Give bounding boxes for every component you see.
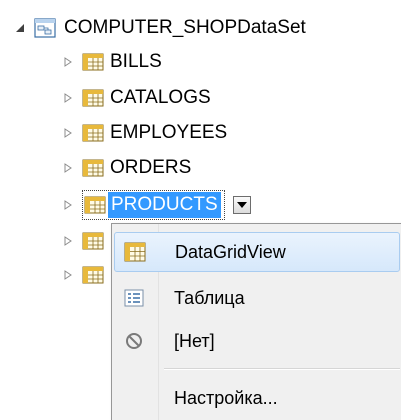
datagridview-icon [120, 237, 150, 267]
table-icon [82, 89, 104, 107]
dataset-label: COMPUTER_SHOPDataSet [64, 17, 306, 38]
menu-item-datagridview[interactable]: DataGridView [114, 232, 400, 272]
none-icon [119, 326, 149, 356]
data-sources-tree: COMPUTER_SHOPDataSet BILLS CATALOGS EMPL… [0, 0, 401, 420]
expand-arrow-icon[interactable] [62, 92, 74, 104]
chevron-down-icon [236, 202, 247, 208]
menu-item-none[interactable]: [Нет] [114, 321, 400, 361]
table-icon [84, 196, 106, 214]
collapse-arrow-icon[interactable] [14, 22, 26, 34]
menu-item-label: Таблица [174, 288, 245, 308]
tree-item-orders[interactable]: ORDERS [62, 153, 191, 183]
selected-item-frame: PRODUCTS [82, 190, 225, 220]
table-icon [82, 232, 104, 250]
tree-item-label: EMPLOYEES [110, 122, 228, 143]
menu-item-details[interactable]: Таблица [114, 278, 400, 318]
menu-separator [164, 368, 400, 370]
expand-arrow-icon[interactable] [62, 56, 74, 68]
expand-arrow-icon[interactable] [62, 162, 74, 174]
table-icon [82, 53, 104, 71]
tree-item-label: BILLS [110, 51, 162, 72]
tree-item-catalogs[interactable]: CATALOGS [62, 83, 211, 113]
tree-item-hidden-1[interactable] [62, 226, 110, 256]
menu-item-customize[interactable]: Настройка... [114, 378, 400, 418]
expand-arrow-icon[interactable] [62, 269, 74, 281]
table-icon [82, 159, 104, 177]
table-icon [82, 266, 104, 284]
tree-item-hidden-2[interactable] [62, 260, 110, 290]
dataset-icon [34, 18, 56, 38]
expand-arrow-icon[interactable] [62, 127, 74, 139]
tree-root-dataset[interactable]: COMPUTER_SHOPDataSet [14, 13, 306, 43]
control-type-menu: DataGridView Таблица [Нет] Настройка... [111, 223, 401, 420]
details-icon [119, 283, 149, 313]
expand-arrow-icon[interactable] [62, 235, 74, 247]
expand-arrow-icon[interactable] [62, 199, 74, 211]
menu-item-label: Настройка... [174, 388, 278, 408]
tree-item-products[interactable]: PRODUCTS [62, 190, 251, 220]
tree-item-label: PRODUCTS [108, 192, 221, 218]
tree-item-employees[interactable]: EMPLOYEES [62, 118, 227, 148]
dropdown-button[interactable] [232, 196, 251, 214]
tree-item-bills[interactable]: BILLS [62, 47, 162, 77]
tree-item-label: CATALOGS [110, 87, 211, 108]
tree-item-label: ORDERS [110, 157, 192, 178]
menu-item-label: [Нет] [174, 331, 215, 351]
menu-item-label: DataGridView [175, 242, 286, 262]
table-icon [82, 124, 104, 142]
